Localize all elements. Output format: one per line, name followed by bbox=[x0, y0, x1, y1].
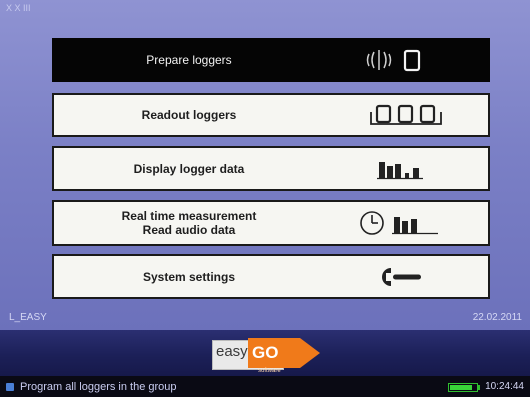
display-logger-data-button[interactable]: Display logger data bbox=[52, 146, 490, 191]
status-message: Program all loggers in the group bbox=[20, 380, 177, 393]
prepare-loggers-label: Prepare loggers bbox=[146, 53, 232, 67]
date-label: 22.02.2011 bbox=[472, 312, 522, 323]
clock-icon bbox=[360, 211, 384, 235]
display-logger-data-label: Display logger data bbox=[133, 161, 245, 176]
brand-easy-text: easy bbox=[216, 343, 248, 360]
status-time: 10:24:44 bbox=[485, 381, 524, 392]
usb-logger-icon bbox=[324, 45, 488, 75]
real-time-label-line1: Real time measurement bbox=[121, 209, 257, 223]
battery-icon bbox=[448, 383, 478, 392]
battery-cap bbox=[478, 385, 480, 390]
info-icon bbox=[6, 382, 14, 391]
real-time-label-line2: Read audio data bbox=[142, 223, 236, 237]
brand-subtitle: software bbox=[258, 368, 281, 374]
live-bar-chart-icon bbox=[392, 217, 438, 235]
profile-label: L_EASY bbox=[9, 312, 47, 323]
main-screen: X X III Prepare loggers Readout loggers bbox=[0, 0, 530, 330]
readout-loggers-label: Readout loggers bbox=[141, 108, 237, 122]
three-loggers-icon bbox=[324, 100, 488, 130]
real-time-measurement-button[interactable]: Real time measurement Read audio data bbox=[52, 200, 490, 246]
wrench-icon bbox=[324, 262, 488, 292]
real-time-measurement-label: Real time measurement Read audio data bbox=[54, 209, 324, 237]
battery-level bbox=[450, 385, 472, 390]
readout-loggers-button[interactable]: Readout loggers bbox=[52, 93, 490, 137]
bar-chart-icon bbox=[324, 154, 488, 184]
corner-label: X X III bbox=[6, 3, 31, 13]
prepare-loggers-button[interactable]: Prepare loggers bbox=[52, 38, 490, 82]
system-settings-button[interactable]: System settings bbox=[52, 254, 490, 299]
brand-go-text: GO bbox=[252, 343, 279, 362]
system-settings-label: System settings bbox=[142, 269, 236, 284]
